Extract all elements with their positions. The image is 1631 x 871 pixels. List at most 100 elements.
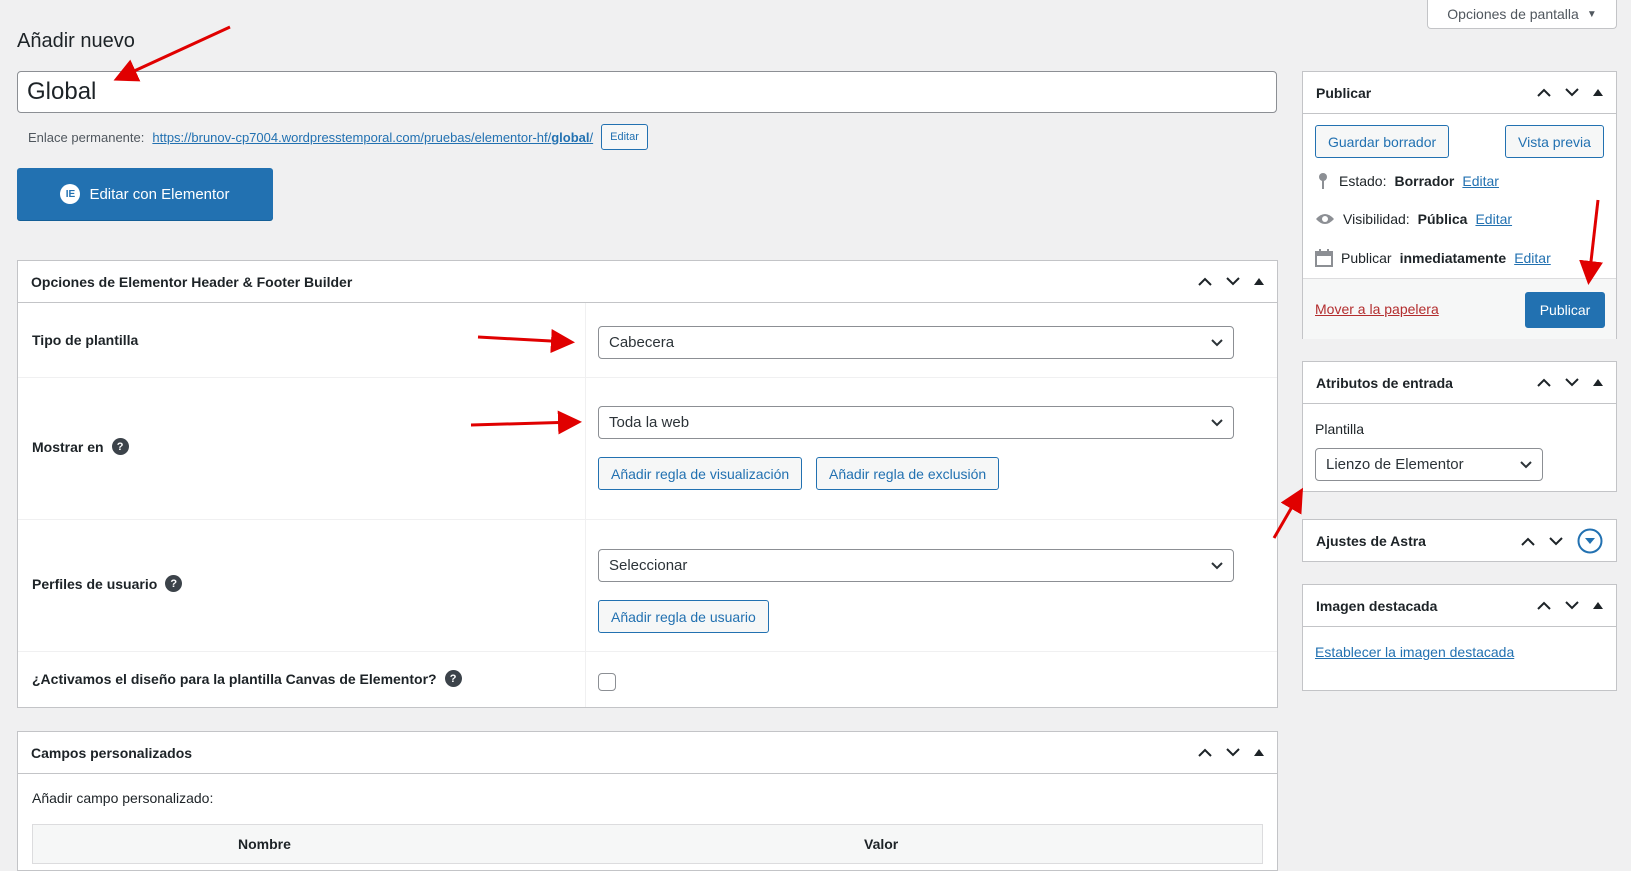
permalink-url-end: / bbox=[589, 129, 594, 145]
astra-box-header: Ajustes de Astra bbox=[1303, 520, 1616, 562]
collapse-toggle-icon[interactable] bbox=[1593, 379, 1603, 386]
permalink-edit-button[interactable]: Editar bbox=[601, 124, 648, 150]
help-icon[interactable]: ? bbox=[444, 670, 462, 687]
chevron-down-icon bbox=[1211, 338, 1223, 346]
post-attributes-box: Atributos de entrada Plantilla Lienzo de… bbox=[1302, 361, 1617, 492]
featured-box-header: Imagen destacada bbox=[1303, 585, 1616, 627]
show-on-row: Mostrar en ? Toda la web Añadir regla de… bbox=[18, 378, 1277, 520]
status-value: Borrador bbox=[1394, 173, 1455, 189]
calendar-icon bbox=[1315, 249, 1333, 267]
expand-toggle-icon[interactable] bbox=[1577, 528, 1603, 554]
move-down-icon[interactable] bbox=[1226, 748, 1240, 757]
collapse-toggle-icon[interactable] bbox=[1593, 602, 1603, 609]
save-draft-button[interactable]: Guardar borrador bbox=[1315, 125, 1450, 158]
publish-time-edit-link[interactable]: Editar bbox=[1514, 250, 1551, 266]
publish-box-controls bbox=[1537, 88, 1603, 97]
col-value-header: Valor bbox=[864, 836, 899, 852]
screen-options-button[interactable]: Opciones de pantalla ▼ bbox=[1427, 0, 1617, 29]
eye-icon bbox=[1316, 214, 1334, 224]
permalink-url-base: https://brunov-cp7004.wordpresstemporal.… bbox=[152, 129, 552, 145]
attributes-box-title: Atributos de entrada bbox=[1316, 374, 1453, 391]
help-icon[interactable]: ? bbox=[165, 575, 183, 592]
visibility-value: Pública bbox=[1417, 211, 1468, 227]
astra-settings-box: Ajustes de Astra bbox=[1302, 519, 1617, 562]
publish-actions: Mover a la papelera Publicar bbox=[1303, 278, 1616, 339]
user-roles-label: Perfiles de usuario bbox=[32, 575, 158, 592]
template-label: Plantilla bbox=[1315, 421, 1365, 437]
help-icon[interactable]: ? bbox=[111, 438, 129, 455]
featured-box-controls bbox=[1537, 601, 1603, 610]
edit-with-elementor-label: Editar con Elementor bbox=[89, 185, 230, 203]
user-roles-label-wrap: Perfiles de usuario ? bbox=[32, 575, 183, 592]
col-name-header: Nombre bbox=[238, 836, 291, 852]
status-label: Estado: bbox=[1339, 173, 1387, 189]
status-edit-link[interactable]: Editar bbox=[1462, 173, 1499, 189]
custom-fields-table-header: Nombre Valor bbox=[32, 824, 1263, 864]
collapse-toggle-icon[interactable] bbox=[1254, 278, 1264, 285]
add-user-rule-button[interactable]: Añadir regla de usuario bbox=[598, 600, 769, 633]
show-on-label: Mostrar en bbox=[32, 438, 104, 455]
user-roles-row: Perfiles de usuario ? Seleccionar Añadir… bbox=[18, 520, 1277, 652]
chevron-down-icon bbox=[1520, 460, 1532, 468]
custom-fields-header: Campos personalizados bbox=[18, 732, 1277, 774]
move-up-icon[interactable] bbox=[1537, 88, 1551, 97]
move-down-icon[interactable] bbox=[1565, 601, 1579, 610]
canvas-checkbox[interactable] bbox=[598, 673, 616, 691]
show-on-select[interactable]: Toda la web bbox=[598, 406, 1234, 439]
chevron-down-icon bbox=[1211, 418, 1223, 426]
status-row: Estado: Borrador Editar bbox=[1315, 172, 1499, 190]
move-down-icon[interactable] bbox=[1549, 536, 1563, 546]
show-on-value: Toda la web bbox=[609, 414, 690, 431]
move-down-icon[interactable] bbox=[1565, 378, 1579, 387]
edit-with-elementor-button[interactable]: IE Editar con Elementor bbox=[17, 168, 273, 220]
add-custom-field-label: Añadir campo personalizado: bbox=[32, 790, 214, 806]
custom-fields-title: Campos personalizados bbox=[31, 744, 193, 761]
canvas-label-wrap: ¿Activamos el diseño para la plantilla C… bbox=[32, 670, 462, 687]
hf-box-controls bbox=[1198, 277, 1264, 286]
publish-time-label: Publicar bbox=[1341, 250, 1392, 266]
screen-options-label: Opciones de pantalla bbox=[1447, 6, 1579, 22]
publish-time-value: inmediatamente bbox=[1399, 250, 1507, 266]
hf-box-header: Opciones de Elementor Header & Footer Bu… bbox=[18, 261, 1277, 303]
collapse-toggle-icon[interactable] bbox=[1593, 89, 1603, 96]
custom-fields-box: Campos personalizados Añadir campo perso… bbox=[17, 731, 1278, 871]
permalink-link[interactable]: https://brunov-cp7004.wordpresstemporal.… bbox=[152, 130, 593, 145]
astra-box-controls bbox=[1521, 528, 1603, 554]
page-template-select[interactable]: Lienzo de Elementor bbox=[1315, 448, 1543, 481]
show-on-label-wrap: Mostrar en ? bbox=[32, 438, 129, 455]
move-down-icon[interactable] bbox=[1226, 277, 1240, 286]
publish-button[interactable]: Publicar bbox=[1525, 292, 1605, 328]
user-roles-value: Seleccionar bbox=[609, 557, 688, 574]
add-display-rule-button[interactable]: Añadir regla de visualización bbox=[598, 457, 803, 490]
collapse-toggle-icon[interactable] bbox=[1254, 749, 1264, 756]
move-up-icon[interactable] bbox=[1537, 601, 1551, 610]
post-title-input[interactable]: Global bbox=[17, 71, 1277, 113]
publish-box: Publicar Guardar borrador Vista previa E… bbox=[1302, 71, 1617, 339]
canvas-row: ¿Activamos el diseño para la plantilla C… bbox=[18, 652, 1277, 708]
move-up-icon[interactable] bbox=[1521, 537, 1535, 546]
hf-box-title: Opciones de Elementor Header & Footer Bu… bbox=[31, 273, 353, 290]
set-featured-image-link[interactable]: Establecer la imagen destacada bbox=[1315, 644, 1514, 660]
move-up-icon[interactable] bbox=[1198, 748, 1212, 757]
template-type-row: Tipo de plantilla Cabecera bbox=[18, 303, 1277, 378]
move-down-icon[interactable] bbox=[1565, 88, 1579, 97]
publish-box-header: Publicar bbox=[1303, 72, 1616, 114]
preview-button[interactable]: Vista previa bbox=[1505, 125, 1604, 158]
page-title: Añadir nuevo bbox=[17, 30, 135, 52]
move-up-icon[interactable] bbox=[1537, 378, 1551, 387]
move-up-icon[interactable] bbox=[1198, 277, 1212, 286]
canvas-label: ¿Activamos el diseño para la plantilla C… bbox=[32, 670, 437, 687]
move-to-trash-link[interactable]: Mover a la papelera bbox=[1315, 301, 1439, 317]
permalink-slug: global bbox=[551, 129, 590, 145]
visibility-edit-link[interactable]: Editar bbox=[1475, 211, 1512, 227]
attributes-box-header: Atributos de entrada bbox=[1303, 362, 1616, 404]
pin-icon bbox=[1319, 173, 1327, 189]
custom-fields-controls bbox=[1198, 748, 1264, 757]
template-type-value: Cabecera bbox=[609, 334, 675, 351]
user-roles-select[interactable]: Seleccionar bbox=[598, 549, 1234, 582]
caret-down-icon: ▼ bbox=[1586, 8, 1597, 20]
add-exclusion-rule-button[interactable]: Añadir regla de exclusión bbox=[816, 457, 1000, 490]
attributes-box-controls bbox=[1537, 378, 1603, 387]
template-type-select[interactable]: Cabecera bbox=[598, 326, 1234, 359]
publish-box-title: Publicar bbox=[1316, 84, 1372, 101]
